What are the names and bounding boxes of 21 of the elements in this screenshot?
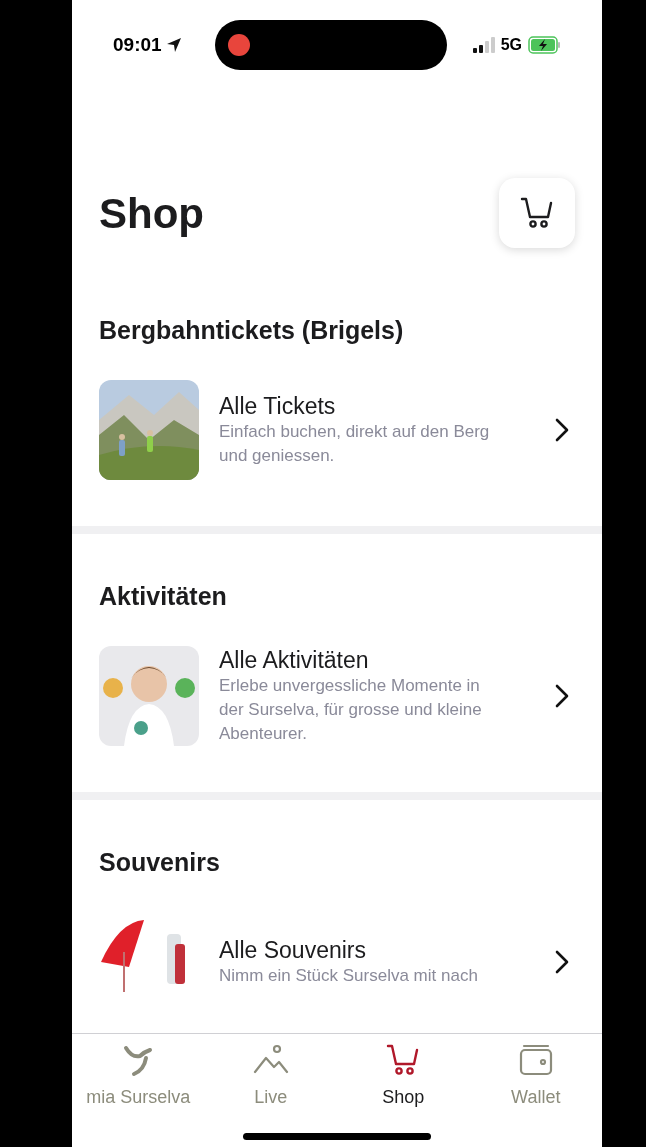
cart-button[interactable] <box>499 178 575 248</box>
section-title: Bergbahntickets (Brigels) <box>98 315 405 346</box>
status-time: 09:01 <box>113 32 162 57</box>
cart-icon <box>519 195 555 231</box>
network-label: 5G <box>500 35 522 55</box>
item-description: Erlebe unvergessliche Momente in der Surselva, für grosse und kleine Abenteurer. <box>219 675 483 745</box>
tab-item[interactable]: Shop <box>337 1042 470 1111</box>
battery-charging-icon <box>528 36 562 54</box>
chevron-right-icon <box>554 417 570 443</box>
wallet-icon <box>517 1042 554 1078</box>
item-description: Einfach buchen, direkt auf den Berg und geniessen. <box>219 421 491 467</box>
section-title: Aktivitäten <box>98 581 228 612</box>
chevron-right-icon <box>554 683 570 709</box>
item-title: Alle Aktivitäten <box>219 646 370 674</box>
signal-icon <box>472 37 495 53</box>
section-title: Souvenirs <box>98 847 221 878</box>
item-title: Alle Souvenirs <box>219 936 368 964</box>
page-title: Shop <box>99 188 204 239</box>
item-description: Nimm ein Stück Surselva mit nach <box>219 965 479 987</box>
chevron-right-icon <box>554 949 570 975</box>
item-title: Alle Tickets <box>219 392 337 420</box>
